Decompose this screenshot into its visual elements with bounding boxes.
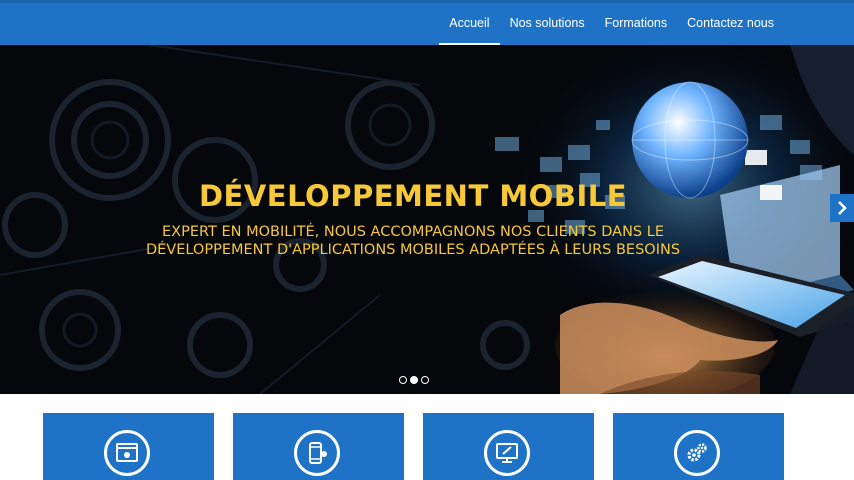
hero-subtitle-line2: DÉVELOPPEMENT D'APPLICATIONS MOBILES ADA… bbox=[145, 242, 681, 258]
slider-dot-1[interactable] bbox=[399, 376, 407, 384]
monitor-design-icon bbox=[496, 443, 518, 463]
card-icon-circle bbox=[294, 430, 340, 476]
main-nav: Accueil Nos solutions Formations Contact… bbox=[439, 3, 784, 45]
hero-title: DÉVELOPPEMENT MOBILE bbox=[198, 179, 628, 213]
nav-item-accueil[interactable]: Accueil bbox=[439, 3, 500, 45]
web-window-icon bbox=[116, 443, 138, 462]
nav-item-contactez-nous[interactable]: Contactez nous bbox=[677, 3, 784, 45]
card-icon-circle bbox=[484, 430, 530, 476]
hero-subtitle-line1: EXPERT EN MOBILITÉ, NOUS ACCOMPAGNONS NO… bbox=[162, 224, 664, 240]
card-web-development[interactable] bbox=[43, 413, 214, 480]
chevron-right-icon bbox=[838, 201, 847, 215]
nav-item-formations[interactable]: Formations bbox=[595, 3, 678, 45]
hero-slider: DÉVELOPPEMENT MOBILE EXPERT EN MOBILITÉ,… bbox=[0, 45, 854, 394]
slider-next-button[interactable] bbox=[830, 194, 854, 222]
hero-background-image bbox=[0, 45, 854, 394]
card-mobile-development[interactable] bbox=[233, 413, 404, 480]
top-navbar: Accueil Nos solutions Formations Contact… bbox=[0, 0, 854, 45]
card-icon-circle bbox=[104, 430, 150, 476]
card-design[interactable] bbox=[423, 413, 594, 480]
card-integration[interactable] bbox=[613, 413, 784, 480]
slider-pagination bbox=[399, 376, 429, 384]
slider-dot-2[interactable] bbox=[410, 376, 418, 384]
nav-item-nos-solutions[interactable]: Nos solutions bbox=[500, 3, 595, 45]
slider-dot-3[interactable] bbox=[421, 376, 429, 384]
card-icon-circle bbox=[674, 430, 720, 476]
feature-cards bbox=[0, 413, 854, 480]
mobile-settings-icon bbox=[309, 442, 327, 464]
gears-icon bbox=[687, 443, 707, 462]
